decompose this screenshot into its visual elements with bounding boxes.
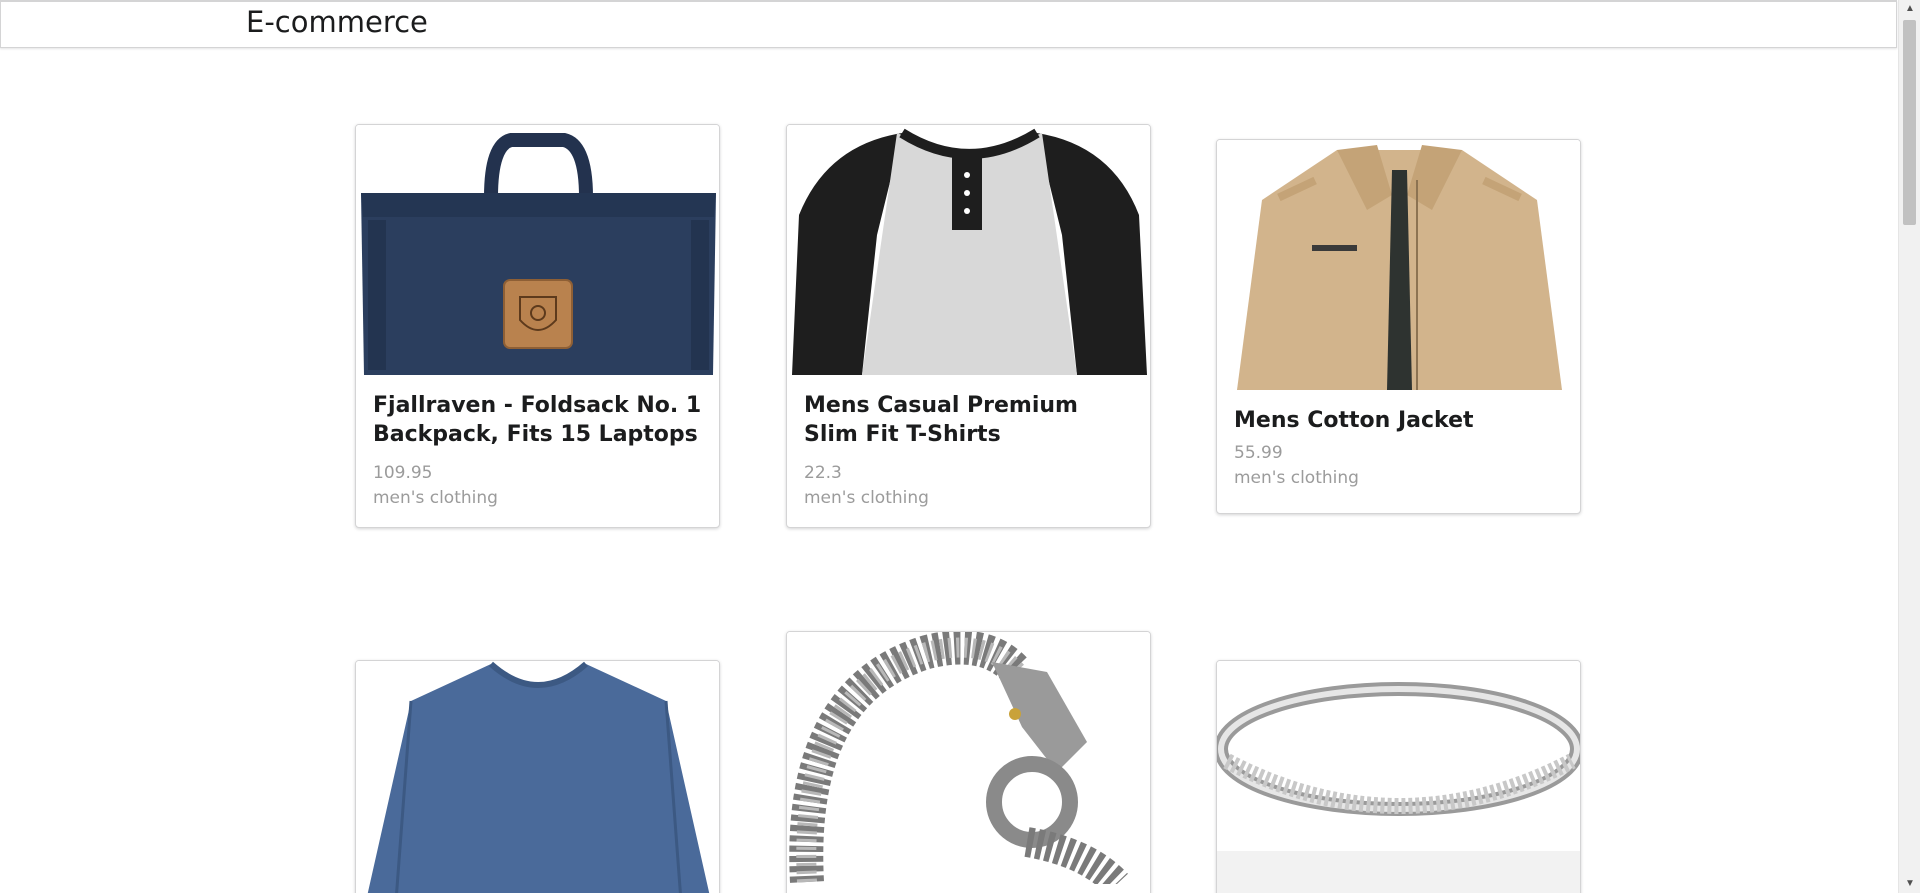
backpack-image: [356, 125, 719, 377]
page: E-commerce Fjallraven - Foldsack No. 1 B…: [0, 0, 1920, 893]
product-image[interactable]: [1217, 661, 1580, 851]
product-card[interactable]: Mens Cotton Jacket 55.99 men's clothing: [1216, 139, 1581, 514]
product-card[interactable]: [355, 660, 720, 893]
product-category: men's clothing: [1234, 468, 1359, 488]
product-price: 109.95: [373, 463, 433, 483]
product-title[interactable]: Mens Cotton Jacket: [1234, 406, 1563, 435]
product-category: men's clothing: [373, 488, 498, 508]
product-image[interactable]: [787, 125, 1150, 377]
scroll-down-arrow-icon[interactable]: ▼: [1899, 875, 1920, 893]
product-price: 55.99: [1234, 443, 1283, 463]
product-category: men's clothing: [804, 488, 929, 508]
product-card[interactable]: Mens Casual Premium Slim Fit T-Shirts 22…: [786, 124, 1151, 528]
vertical-scrollbar[interactable]: ▲ ▼: [1898, 0, 1920, 893]
product-title[interactable]: Mens Casual Premium Slim Fit T-Shirts: [804, 391, 1133, 449]
product-card[interactable]: [786, 631, 1151, 893]
product-card[interactable]: Fjallraven - Foldsack No. 1 Backpack, Fi…: [355, 124, 720, 528]
header-bar: E-commerce: [0, 0, 1897, 48]
brand-title[interactable]: E-commerce: [246, 4, 428, 40]
jacket-image: [1217, 140, 1580, 392]
scroll-up-arrow-icon[interactable]: ▲: [1899, 0, 1920, 18]
product-title[interactable]: Fjallraven - Foldsack No. 1 Backpack, Fi…: [373, 391, 702, 449]
product-image[interactable]: [787, 632, 1150, 884]
dragon-bracelet-image: [787, 632, 1150, 884]
ring-image: [1217, 661, 1580, 851]
product-price: 22.3: [804, 463, 842, 483]
scrollbar-thumb[interactable]: [1903, 20, 1916, 225]
product-card[interactable]: [1216, 660, 1581, 893]
product-image[interactable]: [356, 661, 719, 893]
long-sleeve-shirt-image: [356, 661, 719, 893]
product-image[interactable]: [356, 125, 719, 377]
tshirt-image: [787, 125, 1150, 377]
image-placeholder-band: [1217, 851, 1580, 893]
product-image[interactable]: [1217, 140, 1580, 392]
